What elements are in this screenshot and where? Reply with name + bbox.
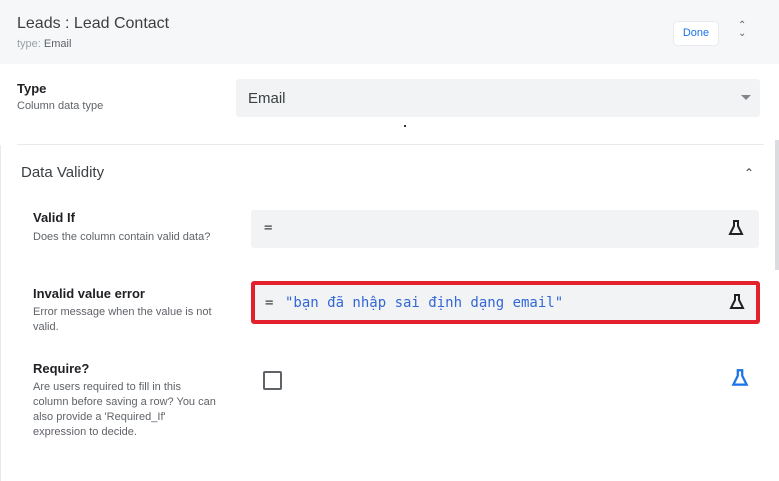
type-label: Type <box>17 81 47 96</box>
valid-if-input[interactable]: = <box>251 210 759 248</box>
column-type-subtitle: type: Email <box>17 38 71 50</box>
require-description: Are users required to fill in this colum… <box>33 381 216 438</box>
expand-collapse-icon[interactable]: ⌃ ⌄ <box>738 21 746 39</box>
valid-if-description: Does the column contain valid data? <box>33 231 211 243</box>
scrollbar[interactable] <box>775 140 779 270</box>
header: Leads : Lead Contact type: Email Done ⌃ ⌄ <box>0 0 779 64</box>
section-title-data-validity[interactable]: Data Validity <box>21 164 104 181</box>
dropdown-arrow-icon <box>741 95 751 100</box>
flask-icon[interactable] <box>728 293 746 311</box>
type-select[interactable]: Email <box>236 79 760 117</box>
flask-icon[interactable] <box>730 368 750 388</box>
invalid-error-value: "bạn đã nhập sai định dạng email" <box>285 295 564 311</box>
done-button[interactable]: Done <box>673 21 719 46</box>
chevron-up-icon[interactable]: ⌃ <box>744 166 754 180</box>
type-select-value: Email <box>248 90 286 107</box>
subtitle-value: Email <box>43 38 72 50</box>
section-border <box>0 145 1 481</box>
require-label: Require? <box>33 361 90 376</box>
flask-icon[interactable] <box>727 219 745 237</box>
require-checkbox[interactable] <box>263 371 282 390</box>
equals-prefix: = <box>264 220 273 236</box>
valid-if-label: Valid If <box>33 210 75 225</box>
subtitle-prefix: type: <box>17 38 41 50</box>
type-description: Column data type <box>17 100 104 112</box>
divider <box>17 144 764 145</box>
equals-prefix: = <box>265 295 274 311</box>
invalid-error-input[interactable]: = "bạn đã nhập sai định dạng email" <box>251 281 760 324</box>
page-title: Leads : Lead Contact <box>17 15 170 32</box>
invalid-error-description: Error message when the value is not vali… <box>33 306 212 333</box>
dot <box>404 125 406 127</box>
invalid-error-label: Invalid value error <box>33 286 145 301</box>
